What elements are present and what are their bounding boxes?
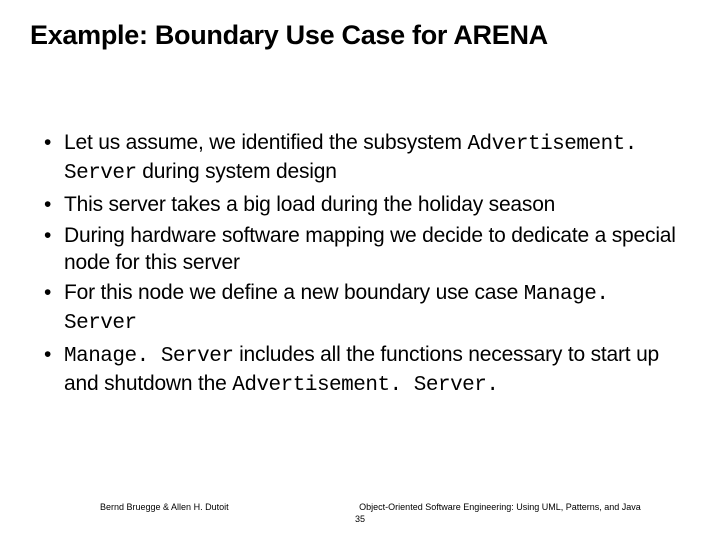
footer-right: Object-Oriented Software Engineering: Us… [340, 502, 660, 512]
list-item: Let us assume, we identified the subsyst… [40, 130, 680, 188]
code-text: Manage. Server [64, 345, 233, 368]
bullet-text: Let us assume, we identified the subsyst… [64, 131, 467, 154]
footer-left: Bernd Bruegge & Allen H. Dutoit [100, 502, 229, 512]
list-item: This server takes a big load during the … [40, 192, 680, 219]
bullet-list: Let us assume, we identified the subsyst… [40, 130, 680, 400]
list-item: During hardware software mapping we deci… [40, 223, 680, 277]
bullet-text: For this node we define a new boundary u… [64, 281, 524, 304]
slide-title: Example: Boundary Use Case for ARENA [30, 20, 690, 51]
footer: Bernd Bruegge & Allen H. Dutoit Object-O… [0, 502, 720, 528]
code-text: Advertisement. Server. [232, 374, 498, 397]
slide: Example: Boundary Use Case for ARENA Let… [0, 0, 720, 540]
slide-body: Let us assume, we identified the subsyst… [40, 130, 680, 404]
bullet-text: During hardware software mapping we deci… [64, 224, 676, 274]
bullet-text: during system design [137, 160, 337, 183]
list-item: Manage. Server includes all the function… [40, 342, 680, 400]
list-item: For this node we define a new boundary u… [40, 280, 680, 338]
bullet-text: This server takes a big load during the … [64, 193, 555, 216]
footer-page-number: 35 [0, 514, 720, 524]
